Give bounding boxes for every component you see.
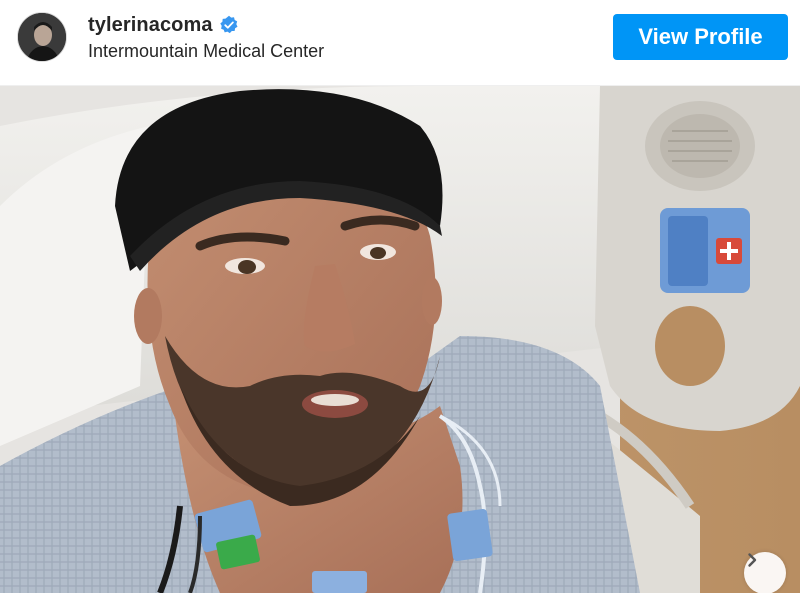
hospital-selfie-image [0,86,800,593]
avatar-image [18,13,66,61]
username-row: tylerinacoma [88,13,239,37]
next-photo-button[interactable] [744,552,786,593]
verified-badge-icon [219,15,238,34]
avatar[interactable] [17,12,67,62]
post-photo [0,86,800,593]
chevron-right-icon [748,553,757,567]
location-link[interactable]: Intermountain Medical Center [88,41,324,62]
view-profile-button[interactable]: View Profile [613,14,788,60]
username[interactable]: tylerinacoma [88,14,213,37]
post-header: tylerinacoma Intermountain Medical Cente… [0,0,800,86]
